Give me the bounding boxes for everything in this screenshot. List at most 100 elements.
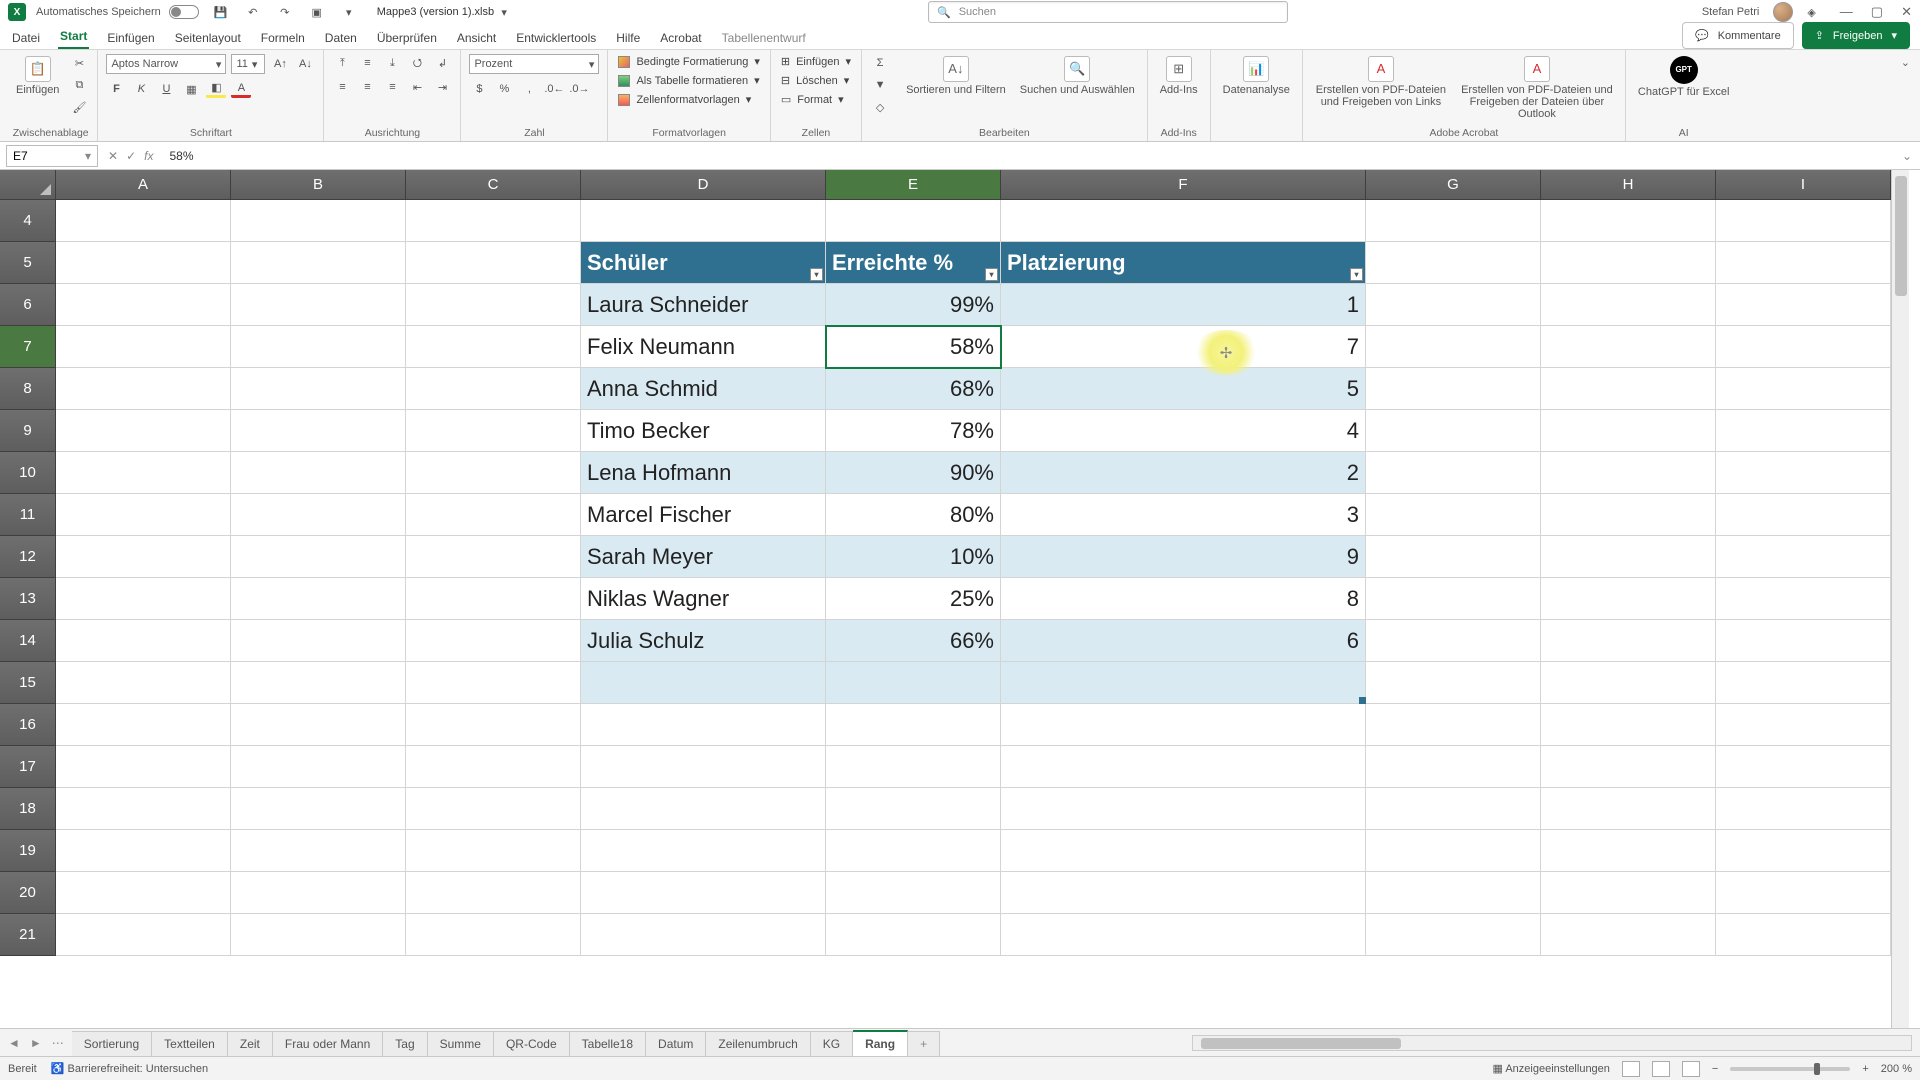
cell-I10[interactable] [1716, 452, 1891, 494]
cell-D13[interactable]: Niklas Wagner [581, 578, 826, 620]
sheet-tab-zeit[interactable]: Zeit [228, 1031, 273, 1056]
column-header-B[interactable]: B [231, 170, 406, 200]
sheet-tab-datum[interactable]: Datum [646, 1031, 706, 1056]
dec-decimal-icon[interactable]: .0→ [569, 80, 589, 98]
cell-I18[interactable] [1716, 788, 1891, 830]
cell-I19[interactable] [1716, 830, 1891, 872]
cell-H18[interactable] [1541, 788, 1716, 830]
clear-icon[interactable]: ◇ [870, 98, 890, 116]
menu-tab-start[interactable]: Start [58, 25, 89, 49]
cell-H11[interactable] [1541, 494, 1716, 536]
cell-E20[interactable] [826, 872, 1001, 914]
cell-F15[interactable] [1001, 662, 1366, 704]
cell-B13[interactable] [231, 578, 406, 620]
cell-B15[interactable] [231, 662, 406, 704]
cell-C20[interactable] [406, 872, 581, 914]
number-format-combo[interactable]: Prozent▾ [469, 54, 599, 74]
cell-A10[interactable] [56, 452, 231, 494]
cell-C19[interactable] [406, 830, 581, 872]
sheet-tab-zeilenumbruch[interactable]: Zeilenumbruch [706, 1031, 810, 1056]
chatgpt-button[interactable]: GPTChatGPT für Excel [1634, 54, 1734, 100]
cell-G20[interactable] [1366, 872, 1541, 914]
cell-C4[interactable] [406, 200, 581, 242]
sheet-tab-kg[interactable]: KG [811, 1031, 853, 1056]
cell-D19[interactable] [581, 830, 826, 872]
cell-G10[interactable] [1366, 452, 1541, 494]
cell-E16[interactable] [826, 704, 1001, 746]
cell-G11[interactable] [1366, 494, 1541, 536]
cell-B11[interactable] [231, 494, 406, 536]
data-analysis-button[interactable]: 📊Datenanalyse [1219, 54, 1294, 98]
cell-F16[interactable] [1001, 704, 1366, 746]
cell-I15[interactable] [1716, 662, 1891, 704]
pdf-share-links-button[interactable]: AErstellen von PDF-Dateien und Freigeben… [1311, 54, 1451, 110]
cell-D12[interactable]: Sarah Meyer [581, 536, 826, 578]
cell-F4[interactable] [1001, 200, 1366, 242]
column-header-F[interactable]: F [1001, 170, 1366, 200]
vertical-scrollbar[interactable] [1891, 170, 1909, 1028]
column-header-E[interactable]: E [826, 170, 1001, 200]
cell-B21[interactable] [231, 914, 406, 956]
row-header-21[interactable]: 21 [0, 914, 56, 956]
font-name-combo[interactable]: Aptos Narrow▾ [106, 54, 226, 74]
cell-E12[interactable]: 10% [826, 536, 1001, 578]
cell-C16[interactable] [406, 704, 581, 746]
cell-E19[interactable] [826, 830, 1001, 872]
row-header-15[interactable]: 15 [0, 662, 56, 704]
cell-A21[interactable] [56, 914, 231, 956]
cell-E21[interactable] [826, 914, 1001, 956]
cell-I6[interactable] [1716, 284, 1891, 326]
sheet-tab-summe[interactable]: Summe [428, 1031, 494, 1056]
zoom-out-icon[interactable]: − [1712, 1063, 1718, 1075]
menu-tab-tabellenentwurf[interactable]: Tabellenentwurf [720, 27, 808, 49]
indent-dec-icon[interactable]: ⇤ [407, 78, 427, 96]
cell-A6[interactable] [56, 284, 231, 326]
cell-G9[interactable] [1366, 410, 1541, 452]
cell-D17[interactable] [581, 746, 826, 788]
sheet-tab-textteilen[interactable]: Textteilen [152, 1031, 228, 1056]
cell-A8[interactable] [56, 368, 231, 410]
row-header-19[interactable]: 19 [0, 830, 56, 872]
sheet-tab-tabelle18[interactable]: Tabelle18 [570, 1031, 646, 1056]
row-header-8[interactable]: 8 [0, 368, 56, 410]
cell-A12[interactable] [56, 536, 231, 578]
cut-icon[interactable]: ✂ [69, 54, 89, 72]
autosave-toggle[interactable] [169, 5, 199, 19]
cell-G21[interactable] [1366, 914, 1541, 956]
cell-F19[interactable] [1001, 830, 1366, 872]
menu-tab-ansicht[interactable]: Ansicht [455, 27, 498, 49]
row-header-17[interactable]: 17 [0, 746, 56, 788]
cell-A5[interactable] [56, 242, 231, 284]
menu-tab-hilfe[interactable]: Hilfe [614, 27, 642, 49]
row-header-4[interactable]: 4 [0, 200, 56, 242]
cell-G14[interactable] [1366, 620, 1541, 662]
cell-I9[interactable] [1716, 410, 1891, 452]
cell-F9[interactable]: 4 [1001, 410, 1366, 452]
cell-B6[interactable] [231, 284, 406, 326]
format-cells-button[interactable]: ▭Format▾ [779, 92, 853, 107]
cell-D16[interactable] [581, 704, 826, 746]
decrease-font-icon[interactable]: A↓ [295, 55, 315, 73]
menu-tab-einfügen[interactable]: Einfügen [105, 27, 156, 49]
cell-G7[interactable] [1366, 326, 1541, 368]
cell-A17[interactable] [56, 746, 231, 788]
close-icon[interactable]: ✕ [1901, 4, 1912, 20]
cell-B12[interactable] [231, 536, 406, 578]
cell-B16[interactable] [231, 704, 406, 746]
font-color-icon[interactable]: A [231, 80, 251, 98]
cell-F18[interactable] [1001, 788, 1366, 830]
sheet-tab-qr-code[interactable]: QR-Code [494, 1031, 570, 1056]
cell-D9[interactable]: Timo Becker [581, 410, 826, 452]
document-name[interactable]: Mappe3 (version 1).xlsb [377, 6, 494, 18]
cell-I8[interactable] [1716, 368, 1891, 410]
cell-A11[interactable] [56, 494, 231, 536]
cell-G17[interactable] [1366, 746, 1541, 788]
row-header-16[interactable]: 16 [0, 704, 56, 746]
column-header-A[interactable]: A [56, 170, 231, 200]
document-dropdown-icon[interactable]: ▾ [494, 3, 514, 21]
cell-I7[interactable] [1716, 326, 1891, 368]
cell-C7[interactable] [406, 326, 581, 368]
cell-C6[interactable] [406, 284, 581, 326]
zoom-level[interactable]: 200 % [1881, 1063, 1912, 1075]
tab-nav-prev-icon[interactable]: ◄ [8, 1036, 20, 1050]
